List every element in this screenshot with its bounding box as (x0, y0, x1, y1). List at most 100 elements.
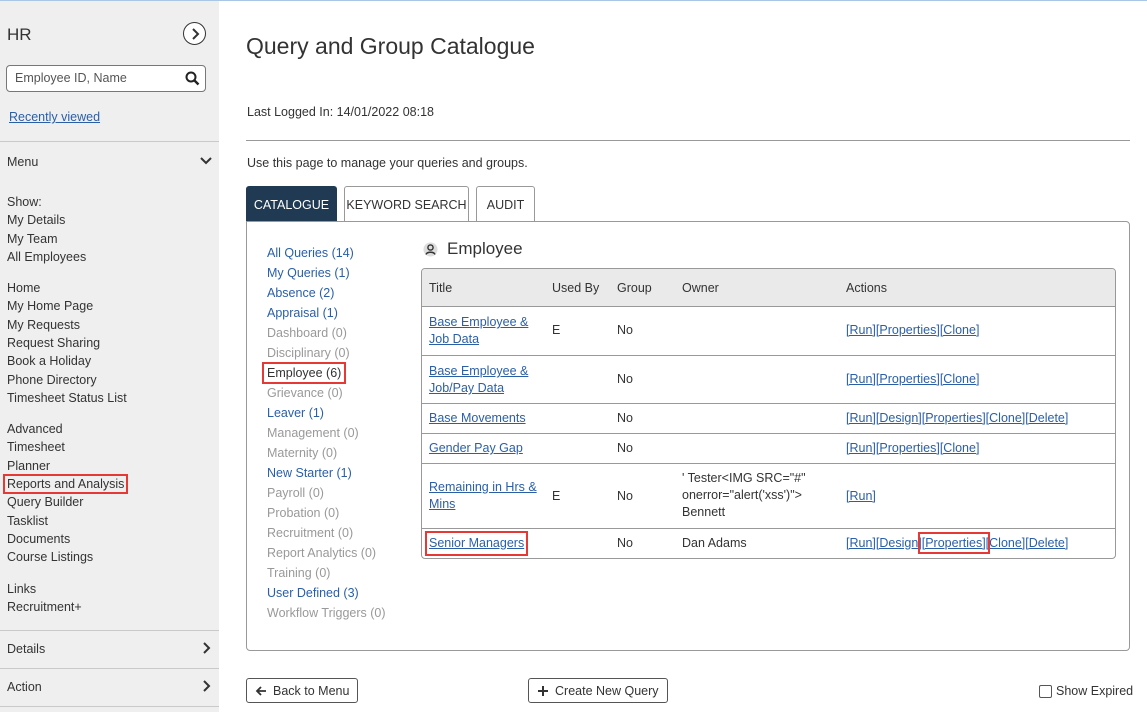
run-action-link[interactable]: [Run] (846, 489, 876, 503)
tab-audit[interactable]: AUDIT (476, 186, 535, 222)
section-title: Employee (423, 239, 523, 259)
sidebar-item-my-team[interactable]: My Team (7, 232, 57, 246)
divider (0, 141, 219, 142)
tab-catalogue[interactable]: CATALOGUE (246, 186, 337, 222)
actions-cell: [Run][Design][Properties][Clone][Delete] (846, 410, 1068, 427)
catalogue-panel: All Queries (14) My Queries (1) Absence … (246, 221, 1130, 651)
chevron-right-icon (203, 642, 211, 654)
design-action-link[interactable]: [Design] (876, 536, 922, 550)
action-section-label: Action (7, 680, 42, 694)
used-by-cell: E (552, 489, 561, 503)
column-header-actions: Actions (846, 281, 887, 295)
sidebar-item-my-home-page[interactable]: My Home Page (7, 299, 93, 313)
category-item[interactable]: User Defined (3) (267, 586, 359, 600)
owner-cell: Dan Adams (682, 536, 747, 550)
group-cell: No (617, 489, 633, 503)
back-to-menu-button[interactable]: Back to Menu (246, 678, 359, 703)
properties-action-link[interactable]: [Properties] (917, 532, 990, 554)
table-row: Base Employee & Job Data E No [Run][Prop… (422, 306, 1115, 355)
sidebar-item-phone-directory[interactable]: Phone Directory (7, 373, 97, 387)
sidebar-item-recruitment-plus[interactable]: Recruitment+ (7, 600, 82, 614)
sidebar-item-reports-analysis[interactable]: Reports and Analysis (2, 474, 129, 494)
category-item: Report Analytics (0) (267, 546, 377, 560)
action-section-toggle[interactable]: Action (7, 680, 212, 694)
sidebar-toggle-button[interactable] (183, 22, 206, 45)
run-action-link[interactable]: [Run] (846, 411, 876, 425)
chevron-down-icon (200, 157, 212, 165)
run-action-link[interactable]: [Run] (846, 441, 876, 455)
arrow-left-icon (255, 685, 266, 696)
create-new-query-button[interactable]: Create New Query (528, 678, 668, 703)
query-title-link[interactable]: Senior Managers (424, 531, 529, 556)
details-section-toggle[interactable]: Details (7, 642, 212, 656)
sidebar-item-all-employees[interactable]: All Employees (7, 250, 86, 264)
design-action-link[interactable]: [Design] (876, 411, 922, 425)
properties-action-link[interactable]: [Properties] (876, 372, 940, 386)
query-title-link[interactable]: Base Movements (429, 410, 526, 427)
query-title-link[interactable]: Base Employee & Job Data (429, 314, 539, 348)
run-action-link[interactable]: [Run] (846, 372, 876, 386)
actions-cell: [Run][Design][Properties][Clone][Delete] (846, 532, 1068, 554)
properties-action-link[interactable]: [Properties] (876, 441, 940, 455)
category-item[interactable]: New Starter (1) (267, 466, 352, 480)
sidebar-item-my-requests[interactable]: My Requests (7, 318, 80, 332)
category-item-selected[interactable]: Employee (6) (261, 362, 347, 384)
group-cell: No (617, 536, 633, 550)
actions-cell: [Run][Properties][Clone] (846, 322, 979, 339)
sidebar-item-request-sharing[interactable]: Request Sharing (7, 336, 100, 350)
clone-action-link[interactable]: [Clone] (940, 441, 980, 455)
menu-section-label: Menu (7, 155, 39, 169)
sidebar-item-planner[interactable]: Planner (7, 459, 50, 473)
page-title: Query and Group Catalogue (246, 33, 535, 59)
search-icon[interactable] (185, 71, 200, 86)
chevron-right-icon (203, 680, 211, 692)
table-header-row: Title Used By Group Owner Actions (422, 269, 1115, 306)
show-expired-checkbox[interactable] (1039, 684, 1052, 698)
category-item[interactable]: Appraisal (1) (267, 306, 338, 320)
app-title: HR (7, 25, 32, 44)
column-header-owner: Owner (682, 281, 719, 295)
category-item[interactable]: My Queries (1) (267, 266, 350, 280)
recently-viewed-link[interactable]: Recently viewed (9, 110, 100, 124)
category-item[interactable]: All Queries (14) (267, 246, 354, 260)
sidebar: HR Recently viewed Menu Show: My Details… (0, 1, 219, 712)
clone-action-link[interactable]: [Clone] (940, 323, 980, 337)
category-item: Grievance (0) (267, 386, 343, 400)
properties-action-link[interactable]: [Properties] (922, 411, 986, 425)
category-item: Probation (0) (267, 506, 340, 520)
employee-search-input[interactable] (15, 66, 185, 90)
home-group-title: Home (7, 281, 41, 295)
run-action-link[interactable]: [Run] (846, 323, 876, 337)
sidebar-item-my-details[interactable]: My Details (7, 213, 65, 227)
clone-action-link[interactable]: [Clone] (986, 411, 1026, 425)
clone-action-link[interactable]: [Clone] (940, 372, 980, 386)
advanced-group-title: Advanced (7, 422, 63, 436)
query-title-link[interactable]: Gender Pay Gap (429, 440, 523, 457)
query-title-link[interactable]: Remaining in Hrs & Mins (429, 479, 539, 513)
sidebar-item-query-builder[interactable]: Query Builder (7, 495, 83, 509)
menu-section-toggle[interactable]: Menu (7, 155, 212, 169)
links-group-title: Links (7, 582, 37, 596)
group-cell: No (617, 411, 633, 425)
sidebar-item-timesheet[interactable]: Timesheet (7, 440, 65, 454)
sidebar-item-book-holiday[interactable]: Book a Holiday (7, 354, 91, 368)
employee-search-box (6, 65, 206, 92)
delete-action-link[interactable]: [Delete] (1025, 536, 1068, 550)
tab-keyword-search[interactable]: KEYWORD SEARCH (344, 186, 469, 222)
sidebar-item-tasklist[interactable]: Tasklist (7, 514, 48, 528)
delete-action-link[interactable]: [Delete] (1025, 411, 1068, 425)
sidebar-item-course-listings[interactable]: Course Listings (7, 550, 93, 564)
clone-action-link[interactable]: [Clone] (986, 536, 1026, 550)
run-action-link[interactable]: [Run] (846, 536, 876, 550)
category-item[interactable]: Absence (2) (267, 286, 334, 300)
details-section-label: Details (7, 642, 46, 656)
sidebar-item-timesheet-status[interactable]: Timesheet Status List (7, 391, 127, 405)
used-by-cell: E (552, 323, 561, 337)
divider (0, 668, 219, 669)
back-to-menu-label: Back to Menu (273, 683, 350, 698)
sidebar-item-documents[interactable]: Documents (7, 532, 70, 546)
category-item: Dashboard (0) (267, 326, 347, 340)
properties-action-link[interactable]: [Properties] (876, 323, 940, 337)
category-item[interactable]: Leaver (1) (267, 406, 324, 420)
query-title-link[interactable]: Base Employee & Job/Pay Data (429, 363, 539, 397)
